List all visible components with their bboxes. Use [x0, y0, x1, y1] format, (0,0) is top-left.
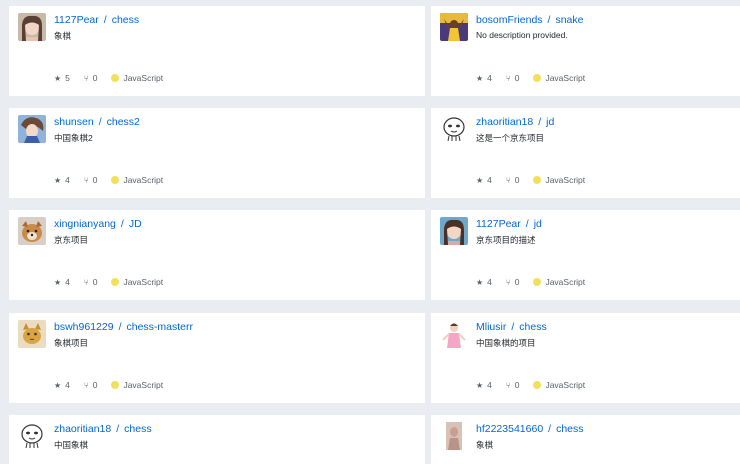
fork-icon: ⑂: [505, 380, 511, 390]
repo-link[interactable]: xingnianyang / JD: [54, 218, 142, 230]
fork-icon: ⑂: [83, 277, 89, 287]
avatar[interactable]: [440, 13, 468, 41]
avatar[interactable]: [18, 217, 46, 245]
star-icon: ★: [54, 175, 62, 185]
avatar[interactable]: [18, 422, 46, 450]
repo-link[interactable]: bswh961229/chess-masterr: [54, 321, 193, 333]
repo-description: 中国象棋的项目: [476, 338, 536, 348]
repo-meta: ★ 4 ⑂ 0 JavaScript: [476, 73, 599, 83]
star-icon: ★: [476, 175, 484, 185]
language-color-dot: [111, 381, 120, 389]
star-icon: ★: [476, 277, 484, 287]
repo-meta: ★ 5 ⑂ 0 JavaScript: [54, 73, 177, 83]
repo-card[interactable]: bosomFriends / snake No description provid…: [431, 6, 740, 96]
star-icon: ★: [476, 73, 484, 83]
repo-link[interactable]: bosomFriends / snake: [476, 14, 583, 26]
avatar[interactable]: [440, 320, 468, 348]
repo-description: 象棋: [54, 31, 72, 41]
star-count[interactable]: ★ 4: [54, 175, 70, 185]
language: JavaScript: [111, 277, 163, 287]
repo-description: No description provided.: [476, 30, 568, 40]
repo-card[interactable]: zhaoritian18/jd 这是一个京东项目 ★ 4 ⑂ 0 JavaScrip…: [431, 108, 740, 198]
repo-card[interactable]: hf2223541660/chess 象棋: [431, 415, 740, 464]
repo-description: 京东项目的描述: [476, 235, 536, 245]
fork-count[interactable]: ⑂ 0: [84, 175, 98, 185]
repo-card[interactable]: bswh961229/chess-masterr 象棋项目 ★ 4 ⑂ 0 Java…: [9, 313, 425, 403]
language-color-dot: [533, 176, 542, 184]
repo-meta: ★ 4 ⑂ 0 JavaScript: [54, 175, 177, 185]
repo-card[interactable]: 1127Pear / chess 象棋 ★ 5 ⑂ 0 JavaScript: [9, 6, 425, 96]
repo-card[interactable]: xingnianyang / JD 京东项目 ★ 4 ⑂ 0 JavaScript: [9, 210, 425, 300]
fork-icon: ⑂: [83, 175, 89, 185]
fork-count[interactable]: ⑂ 0: [506, 380, 520, 390]
language: JavaScript: [533, 73, 585, 83]
fork-count[interactable]: ⑂ 0: [506, 175, 520, 185]
star-icon: ★: [476, 380, 484, 390]
repo-card[interactable]: 1127Pear / jd 京东项目的描述 ★ 4 ⑂ 0 JavaScript: [431, 210, 740, 300]
language-color-dot: [533, 74, 542, 82]
avatar[interactable]: [18, 13, 46, 41]
fork-icon: ⑂: [505, 73, 511, 83]
fork-count[interactable]: ⑂ 0: [506, 73, 520, 83]
repo-link[interactable]: zhaoritian18/jd: [476, 116, 554, 128]
repo-meta: ★ 4 ⑂ 0 JavaScript: [54, 277, 177, 287]
star-count[interactable]: ★ 4: [476, 73, 492, 83]
repo-card[interactable]: shunsen / chess2 中国象棋2 ★ 4 ⑂ 0 JavaScript: [9, 108, 425, 198]
repo-link[interactable]: zhaoritian18/chess: [54, 423, 152, 435]
language-color-dot: [111, 278, 120, 286]
repo-description: 象棋项目: [54, 338, 89, 348]
language-color-dot: [533, 381, 542, 389]
fork-icon: ⑂: [505, 277, 511, 287]
avatar[interactable]: [440, 217, 468, 245]
fork-count[interactable]: ⑂ 0: [506, 277, 520, 287]
star-count[interactable]: ★ 4: [476, 175, 492, 185]
repo-description: 这是一个京东项目: [476, 133, 545, 143]
language: JavaScript: [111, 175, 163, 185]
fork-icon: ⑂: [83, 73, 89, 83]
repo-grid: 1127Pear / chess 象棋 ★ 5 ⑂ 0 JavaScript bosom…: [0, 0, 740, 464]
fork-icon: ⑂: [83, 380, 89, 390]
star-icon: ★: [54, 380, 62, 390]
fork-count[interactable]: ⑂ 0: [84, 277, 98, 287]
repo-meta: ★ 4 ⑂ 0 JavaScript: [476, 175, 599, 185]
star-count[interactable]: ★ 5: [54, 73, 70, 83]
repo-description: 象棋: [476, 440, 494, 450]
repo-card[interactable]: zhaoritian18/chess 中国象棋: [9, 415, 425, 464]
language: JavaScript: [111, 380, 163, 390]
language-color-dot: [533, 278, 542, 286]
star-count[interactable]: ★ 4: [476, 380, 492, 390]
repo-description: 中国象棋: [54, 440, 89, 450]
fork-count[interactable]: ⑂ 0: [84, 380, 98, 390]
repo-meta: ★ 4 ⑂ 0 JavaScript: [476, 380, 599, 390]
language: JavaScript: [533, 380, 585, 390]
repo-description: 中国象棋2: [54, 133, 93, 143]
repo-link[interactable]: Mliusir / chess: [476, 321, 547, 333]
language: JavaScript: [533, 175, 585, 185]
avatar[interactable]: [440, 115, 468, 143]
fork-icon: ⑂: [505, 175, 511, 185]
language-color-dot: [111, 74, 120, 82]
avatar[interactable]: [440, 422, 468, 450]
repo-card[interactable]: Mliusir / chess 中国象棋的项目 ★ 4 ⑂ 0 JavaScript: [431, 313, 740, 403]
repo-link[interactable]: shunsen / chess2: [54, 116, 140, 128]
language: JavaScript: [533, 277, 585, 287]
star-icon: ★: [54, 73, 62, 83]
star-count[interactable]: ★ 4: [54, 380, 70, 390]
avatar[interactable]: [18, 320, 46, 348]
star-icon: ★: [54, 277, 62, 287]
star-count[interactable]: ★ 4: [476, 277, 492, 287]
repo-meta: ★ 4 ⑂ 0 JavaScript: [54, 380, 177, 390]
fork-count[interactable]: ⑂ 0: [84, 73, 98, 83]
repo-link[interactable]: 1127Pear / jd: [476, 218, 542, 230]
repo-description: 京东项目: [54, 235, 89, 245]
repo-link[interactable]: hf2223541660/chess: [476, 423, 584, 435]
star-count[interactable]: ★ 4: [54, 277, 70, 287]
language: JavaScript: [111, 73, 163, 83]
avatar[interactable]: [18, 115, 46, 143]
repo-meta: ★ 4 ⑂ 0 JavaScript: [476, 277, 599, 287]
repo-link[interactable]: 1127Pear / chess: [54, 14, 139, 26]
language-color-dot: [111, 176, 120, 184]
